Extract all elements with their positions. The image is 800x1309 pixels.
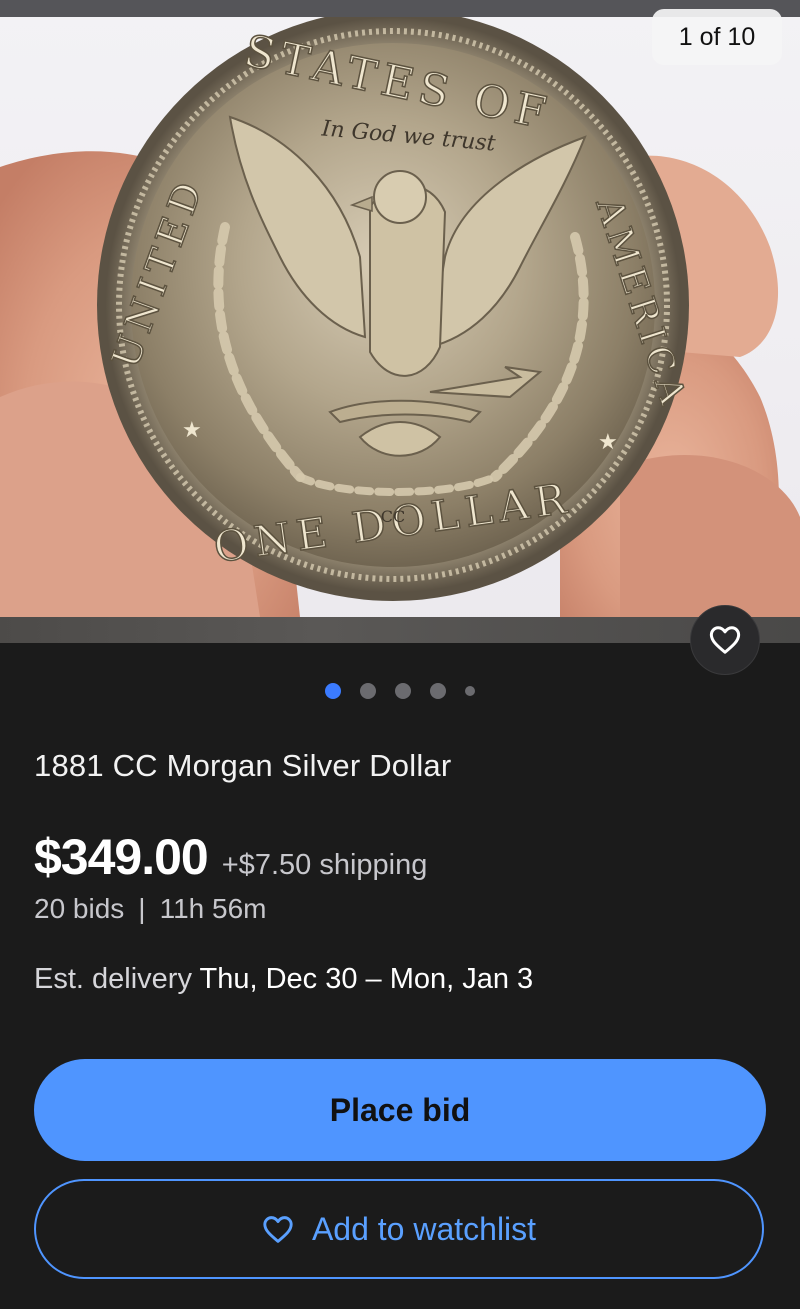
watchlist-label: Add to watchlist	[311, 1210, 537, 1247]
pagination-dot[interactable]	[430, 683, 446, 699]
estimated-delivery: Est. delivery Thu, Dec 30 – Mon, Jan 3	[34, 963, 533, 996]
photo-bottom-edge	[0, 617, 800, 643]
bid-info: 20 bids | 11h 56m	[34, 893, 266, 925]
price-row: $349.00 +$7.50 shipping	[34, 828, 427, 886]
image-gallery[interactable]: STATES OF UNITED AMERICA ONE DOLLAR In G…	[0, 0, 800, 643]
pagination-dot-active[interactable]	[325, 683, 341, 699]
pagination-dot[interactable]	[395, 683, 411, 699]
listing-title: 1881 CC Morgan Silver Dollar	[34, 748, 452, 783]
gallery-pagination	[0, 680, 800, 702]
svg-text:★: ★	[182, 417, 202, 442]
listing-page: STATES OF UNITED AMERICA ONE DOLLAR In G…	[0, 0, 800, 1309]
delivery-dates: Thu, Dec 30 – Mon, Jan 3	[199, 963, 534, 995]
image-counter: 1 of 10	[652, 9, 782, 65]
delivery-label: Est. delivery	[34, 963, 192, 995]
add-to-watchlist-button[interactable]: Add to watchlist	[34, 1179, 764, 1279]
current-price: $349.00	[34, 829, 209, 885]
heart-outline-icon	[263, 1215, 293, 1243]
coin-mintmark: CC	[381, 507, 405, 526]
shipping-cost: +$7.50 shipping	[221, 849, 428, 881]
svg-text:★: ★	[598, 429, 618, 454]
place-bid-button[interactable]: Place bid	[34, 1059, 766, 1161]
pagination-dot[interactable]	[360, 683, 376, 699]
favorite-button[interactable]	[690, 605, 760, 675]
bid-separator: |	[138, 893, 146, 924]
bid-count[interactable]: 20 bids	[34, 893, 124, 925]
coin-photo: STATES OF UNITED AMERICA ONE DOLLAR In G…	[0, 17, 800, 617]
heart-icon	[709, 626, 741, 654]
pagination-dot[interactable]	[465, 686, 475, 696]
time-left: 11h 56m	[159, 893, 267, 924]
